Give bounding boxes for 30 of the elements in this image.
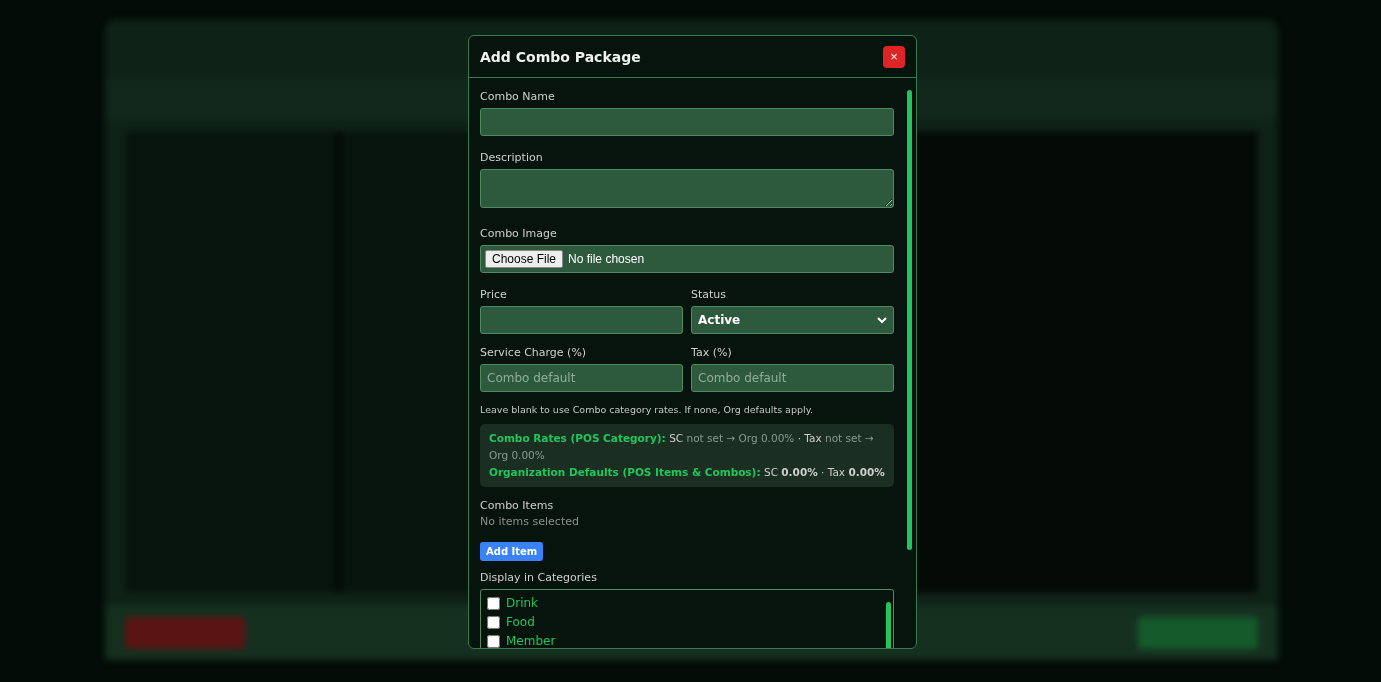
combo-name-field[interactable] [480,108,894,136]
field-label: Service Charge (%) [480,346,588,359]
service-charge-field[interactable]: Combo default [480,364,683,392]
category-label: Food [506,615,535,629]
field-label: Display in Categories [480,571,598,584]
description-field[interactable] [480,169,894,208]
add-item-button[interactable]: Add Item [480,542,544,561]
rate-line: Organization Defaults (POS Items & Combos): SC 0.00% · Tax 0.00% [489,465,885,480]
category-label: Member [506,634,556,648]
checkbox[interactable] [487,615,500,629]
rate-line: Combo Rates (POS Category): SC not set → Org 0.00% · Tax not set → Org 0.00% [489,431,875,463]
field-label: Price [480,288,508,301]
chevron-down-icon [877,316,887,324]
modal-title: Add Combo Package [480,48,641,65]
tax-field[interactable]: Combo default [691,364,894,392]
price-field[interactable] [480,306,683,334]
empty-text: No items selected [480,515,580,528]
status-dropdown[interactable]: Active [691,306,894,334]
field-label: Combo Name [480,90,556,103]
field-label: Combo Image [480,227,558,240]
field-label: Status [691,288,728,301]
close-button[interactable]: × [883,45,905,68]
field-label: Tax (%) [691,346,733,359]
field-label: Description [480,151,544,164]
category-label: Drink [506,596,539,610]
hint-text: Leave blank to use Combo category rates. If none, Org defaults apply. [480,404,814,415]
checkbox[interactable] [487,634,500,648]
file-input[interactable]: Choose File No file chosen [480,245,894,273]
field-label: Combo Items [480,499,555,512]
checkbox[interactable] [487,596,500,610]
